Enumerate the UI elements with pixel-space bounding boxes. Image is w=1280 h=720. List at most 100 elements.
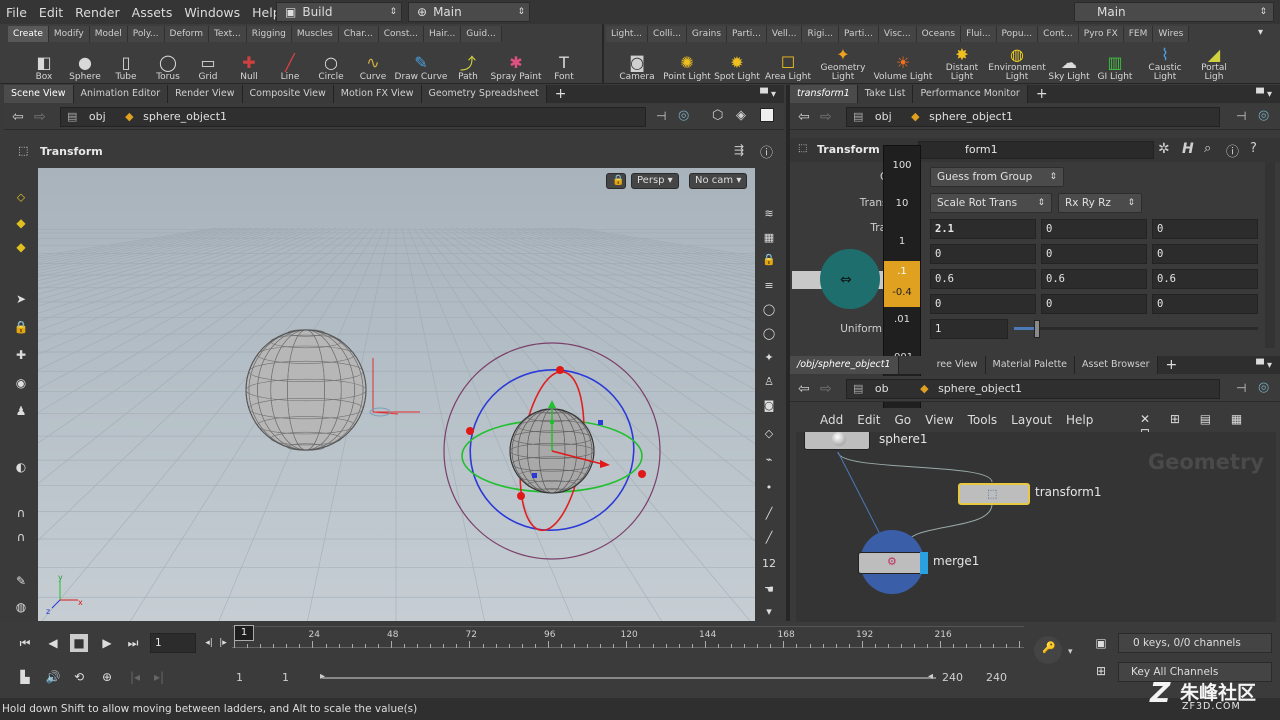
shelf-tab[interactable]: Grains bbox=[686, 26, 728, 42]
pin-icon[interactable]: ⊣ bbox=[1236, 381, 1246, 395]
more-icon[interactable]: ▾ bbox=[760, 602, 778, 620]
chevron-down-icon[interactable]: ▾ bbox=[1068, 647, 1073, 657]
link-icon[interactable]: ◎ bbox=[1258, 380, 1269, 395]
jump-end-icon[interactable]: ⏭ bbox=[124, 634, 142, 652]
brush-view-icon[interactable]: ⌁ bbox=[760, 450, 778, 468]
play-reverse-icon[interactable]: ◀ bbox=[44, 634, 62, 652]
param-field[interactable]: 0.6 bbox=[930, 269, 1036, 289]
back-arrow-icon[interactable]: ⇦ bbox=[798, 381, 810, 397]
shelf-tab[interactable]: Rigging bbox=[246, 26, 292, 42]
node-transform1[interactable]: ⬚ bbox=[958, 483, 1030, 505]
desktop-main-select[interactable]: ⊕ Main ⇕ bbox=[408, 2, 530, 22]
transform-order-dropdown[interactable]: Scale Rot Trans ⇕ bbox=[930, 193, 1052, 213]
info-icon[interactable]: ⓘ bbox=[1226, 141, 1239, 160]
network-menu-item[interactable]: Edit bbox=[857, 413, 880, 427]
spot-light-tool[interactable]: ✹ Spot Light bbox=[712, 44, 762, 82]
shelf-tab[interactable]: Guid... bbox=[461, 26, 502, 42]
add-tab-icon[interactable]: + bbox=[1028, 86, 1056, 102]
shelf-tab[interactable]: Char... bbox=[338, 26, 379, 42]
hand-icon[interactable]: ☚ bbox=[760, 580, 778, 598]
gi-light-tool[interactable]: ▥ GI Light bbox=[1094, 44, 1136, 82]
range-end-handle[interactable]: ◂ bbox=[928, 671, 933, 682]
channel-list-icon[interactable]: ▣ bbox=[1092, 634, 1110, 652]
pen-icon-2[interactable]: ╱ bbox=[760, 528, 778, 546]
help-icon[interactable]: ⓘ bbox=[760, 142, 773, 161]
shelf-tab[interactable]: Modify bbox=[48, 26, 90, 42]
point-light-tool[interactable]: ✺ Point Light bbox=[662, 44, 712, 82]
scene-viewport[interactable]: y x z 🔒 Persp ▾ No cam ▾ bbox=[38, 168, 755, 621]
rotate-icon[interactable]: ◆ bbox=[12, 238, 30, 256]
forward-arrow-icon[interactable]: ⇨ bbox=[820, 109, 832, 125]
pose-icon[interactable]: ♟ bbox=[12, 402, 30, 420]
camera-button[interactable]: No cam ▾ bbox=[689, 173, 748, 189]
camera-view-icon[interactable]: ◙ bbox=[760, 396, 778, 414]
font-tool[interactable]: T Font bbox=[544, 44, 584, 82]
loop-icon[interactable]: ⟲ bbox=[70, 668, 88, 686]
tab-take-list[interactable]: Take List bbox=[857, 85, 914, 103]
param-field[interactable]: 0 bbox=[1041, 219, 1147, 239]
playback-end-field[interactable]: 240 bbox=[942, 671, 963, 684]
shelf-tab[interactable]: Wires bbox=[1153, 26, 1190, 42]
handle-icon[interactable]: ✚ bbox=[12, 346, 30, 364]
path-tool[interactable]: ⤴ Path bbox=[448, 44, 488, 82]
move-icon[interactable]: ◆ bbox=[12, 214, 30, 232]
shelf-tab[interactable]: FEM bbox=[1123, 26, 1154, 42]
param-field[interactable]: 2.1 bbox=[930, 219, 1036, 239]
environment-light-tool[interactable]: ◍ Environment Light bbox=[988, 44, 1045, 82]
shelf-tab[interactable]: Const... bbox=[378, 26, 424, 42]
draw-curve-tool[interactable]: ✎ Draw Curve bbox=[394, 44, 448, 82]
param-field[interactable]: 0 bbox=[930, 244, 1036, 264]
current-frame-field[interactable]: 1 bbox=[150, 633, 196, 653]
torus-tool[interactable]: ◯ Torus bbox=[148, 44, 188, 82]
param-field[interactable]: 0 bbox=[1041, 244, 1147, 264]
snap-12-icon[interactable]: 12 bbox=[760, 554, 778, 572]
tab-asset-browser[interactable]: Asset Browser bbox=[1075, 356, 1158, 374]
magnet-icon-2[interactable]: ∩ bbox=[12, 528, 30, 546]
spray-paint-tool[interactable]: ✱ Spray Paint bbox=[488, 44, 544, 82]
range-slider-track[interactable] bbox=[322, 677, 936, 679]
sky-light-tool[interactable]: ☁ Sky Light bbox=[1044, 44, 1094, 82]
add-tab-icon[interactable]: + bbox=[1158, 357, 1186, 373]
stop-icon[interactable]: ■ bbox=[70, 634, 88, 652]
shelf-tab[interactable]: Poly... bbox=[127, 26, 165, 42]
grid-tool[interactable]: ▭ Grid bbox=[188, 44, 228, 82]
forward-arrow-icon[interactable]: ⇨ bbox=[820, 381, 832, 397]
shelf-tab[interactable]: Light... bbox=[606, 26, 649, 42]
brush-icon[interactable]: ✎ bbox=[12, 572, 30, 590]
gear-icon[interactable]: ✲ bbox=[1158, 141, 1170, 157]
next-key-icon[interactable]: ▸| bbox=[150, 668, 168, 686]
tool-menu-icon[interactable]: ⇶ bbox=[734, 143, 744, 157]
timeline-ruler[interactable]: 1 24 48 72 96 120 144 168 192 216 bbox=[232, 625, 1024, 660]
network-menu-item[interactable]: Help bbox=[1066, 413, 1093, 427]
box-tool[interactable]: ◧ Box bbox=[22, 44, 66, 82]
desktop-build-select[interactable]: ▣ Build ⇕ bbox=[276, 2, 402, 22]
pen-icon[interactable]: ╱ bbox=[760, 504, 778, 522]
menu-file[interactable]: File bbox=[0, 5, 33, 20]
persp-button[interactable]: Persp ▾ bbox=[631, 173, 679, 189]
realtime-toggle-icon[interactable]: ▙ bbox=[16, 668, 34, 686]
portal-light-tool[interactable]: ◢ Portal Ligh bbox=[1194, 44, 1234, 82]
pin-icon[interactable]: ⊣ bbox=[656, 109, 666, 123]
help-h-icon[interactable]: H bbox=[1182, 141, 1194, 157]
null-tool[interactable]: ✚ Null bbox=[228, 44, 270, 82]
network-path-field[interactable]: ▤ ob ◆ sphere_object1 bbox=[846, 379, 1220, 399]
caustic-light-tool[interactable]: ⌇ Caustic Light bbox=[1136, 44, 1194, 82]
shelf-tab[interactable]: Create bbox=[8, 26, 49, 42]
help-icon[interactable]: ? bbox=[1250, 141, 1257, 156]
light-icon[interactable]: ◯ bbox=[760, 324, 778, 342]
menu-render[interactable]: Render bbox=[69, 5, 126, 20]
lock-icon[interactable]: 🔒 bbox=[12, 318, 30, 336]
param-field[interactable]: 0 bbox=[1152, 294, 1258, 314]
area-light-tool[interactable]: ☐ Area Light bbox=[762, 44, 814, 82]
forward-arrow-icon[interactable]: ⇨ bbox=[34, 109, 46, 125]
shelf-tab[interactable]: Parti... bbox=[839, 26, 879, 42]
magnet-icon[interactable]: ∩ bbox=[12, 504, 30, 522]
shelf-tab[interactable]: Oceans bbox=[916, 26, 962, 42]
grid-toggle-icon[interactable]: ▦ bbox=[760, 228, 778, 246]
sphere-shading-icon[interactable]: ◯ bbox=[760, 300, 778, 318]
keys-info-field[interactable]: 0 keys, 0/0 channels bbox=[1118, 633, 1272, 653]
range-start-handle[interactable]: ▸ bbox=[320, 671, 325, 682]
tab-composite-view[interactable]: Composite View bbox=[242, 85, 334, 103]
network-menu-item[interactable]: Layout bbox=[1011, 413, 1052, 427]
display-options-icon[interactable]: ≋ bbox=[760, 204, 778, 222]
